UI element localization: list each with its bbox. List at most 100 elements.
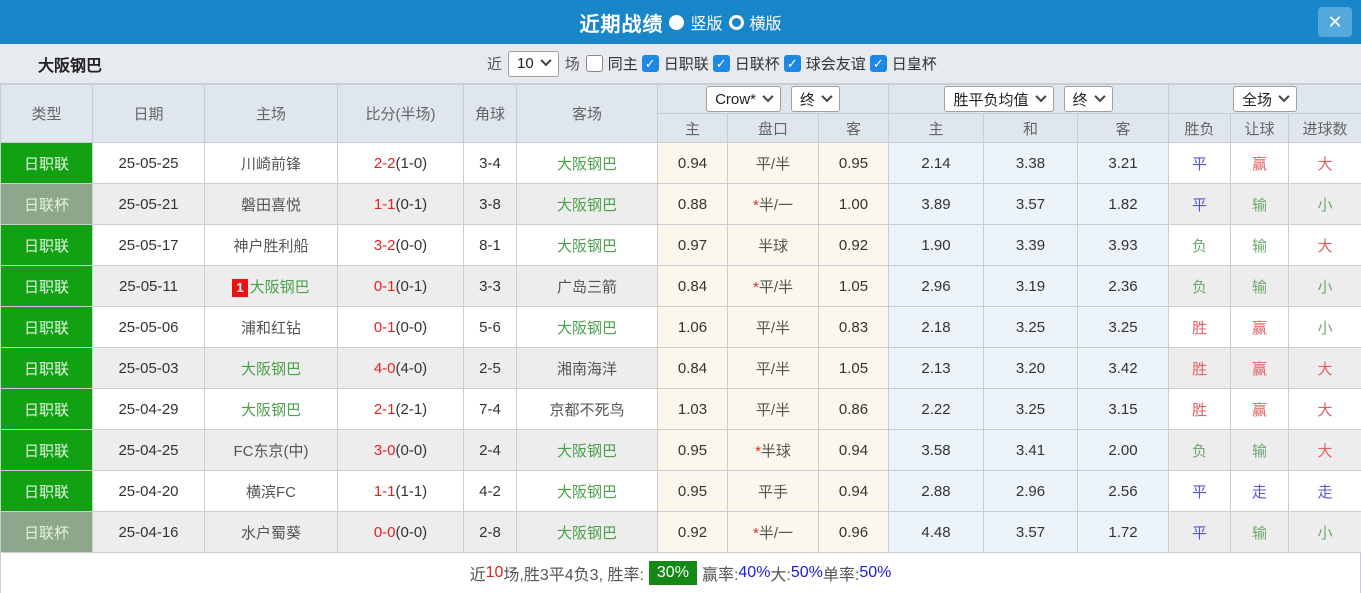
- summary-text: 场,胜3平4负3, 胜率:: [503, 567, 644, 584]
- home-odds-cell: 0.88: [657, 183, 728, 225]
- corners-cell: 2-4: [463, 429, 517, 471]
- col-header-corners: 角球: [463, 84, 517, 143]
- score-cell: 2-2(1-0): [337, 142, 464, 184]
- corners-cell: 3-8: [463, 183, 517, 225]
- checkbox-unchecked[interactable]: [585, 55, 603, 72]
- avg-win-odds-cell: 2.14: [888, 142, 984, 184]
- home-team-cell: 磐田喜悦: [204, 183, 338, 225]
- home-team-cell: 1 大阪钢巴: [204, 265, 338, 307]
- match-type-cell: 日职联: [0, 265, 93, 307]
- scope-group-header: 全场: [1168, 84, 1361, 114]
- handicap-cell: 平/半: [727, 347, 819, 389]
- score-cell: 1-1(1-1): [337, 470, 464, 512]
- result-cell: 胜: [1168, 306, 1231, 348]
- col-header-date: 日期: [92, 84, 205, 143]
- handicap-cell: 平/半: [727, 388, 819, 430]
- subcol-avg-win: 主: [888, 113, 984, 143]
- goals-result-cell: 小: [1288, 306, 1361, 348]
- handicap-cell: 平/半: [727, 142, 819, 184]
- summary-text: 单率:: [822, 567, 860, 584]
- avg-draw-odds-cell: 2.96: [983, 470, 1078, 512]
- away-odds-cell: 0.86: [818, 388, 889, 430]
- result-cell: 胜: [1168, 388, 1231, 430]
- filter-bar: 大阪钢巴 近 10 场 同主 ✓ 日职联 ✓ 日联杯 ✓ 球会友谊 ✓ 日皇杯: [0, 44, 1361, 84]
- avg-win-odds-cell: 2.96: [888, 265, 984, 307]
- handicap-cell: 平手: [727, 470, 819, 512]
- avg-time-select[interactable]: 终: [1063, 86, 1113, 112]
- match-date-cell: 25-04-29: [92, 388, 205, 430]
- summary-text: 40%: [738, 564, 771, 581]
- home-odds-cell: 0.84: [657, 347, 728, 389]
- home-odds-cell: 0.95: [657, 470, 728, 512]
- table-row: 日职联 25-05-06 浦和红钻 0-1(0-0) 5-6 大阪钢巴 1.06 平/半 0.8…: [0, 306, 1361, 348]
- match-scope-select[interactable]: 全场: [1232, 86, 1297, 112]
- summary-text: 赢率:: [701, 567, 739, 584]
- avg-lose-odds-cell: 1.72: [1077, 511, 1169, 553]
- summary-text: 10: [485, 564, 504, 581]
- filter-controls: 近 10 场 同主 ✓ 日职联 ✓ 日联杯 ✓ 球会友谊 ✓ 日皇杯: [487, 50, 939, 77]
- title-group: 近期战绩 竖版 横版: [579, 8, 781, 37]
- win-rate-badge: 30%: [648, 561, 697, 585]
- dialog-titlebar: 近期战绩 竖版 横版 ✕: [0, 0, 1361, 44]
- match-date-cell: 25-04-25: [92, 429, 205, 471]
- layout-option-selected[interactable]: 竖版: [669, 10, 723, 34]
- score-cell: 0-1(0-0): [337, 306, 464, 348]
- layout-option-unselected[interactable]: 横版: [728, 10, 782, 34]
- rank-badge: 1: [232, 278, 248, 297]
- avg-win-odds-cell: 2.22: [888, 388, 984, 430]
- goals-result-cell: 小: [1288, 265, 1361, 307]
- checkbox-checked[interactable]: ✓: [641, 55, 659, 72]
- corners-cell: 2-8: [463, 511, 517, 553]
- odds-company-select[interactable]: Crow*: [706, 86, 781, 112]
- col-header-home: 主场: [204, 84, 338, 143]
- checkbox-checked[interactable]: ✓: [869, 55, 887, 72]
- score-cell: 0-0(0-0): [337, 511, 464, 553]
- handicap-cell: 平/半: [727, 306, 819, 348]
- avg-win-odds-cell: 4.48: [888, 511, 984, 553]
- subcol-avg-lose: 客: [1077, 113, 1169, 143]
- avg-type-select[interactable]: 胜平负均值: [944, 86, 1054, 112]
- result-cell: 平: [1168, 470, 1231, 512]
- recent-results-dialog: 近期战绩 竖版 横版 ✕ 大阪钢巴 近 10 场 同主 ✓ 日职联 ✓ 日联杯 ✓ 球会友谊 ✓…: [0, 0, 1361, 593]
- match-type-cell: 日职联: [0, 470, 93, 512]
- handicap-cell: *半球: [727, 429, 819, 471]
- handicap-result-cell: 输: [1230, 224, 1289, 266]
- away-odds-cell: 0.83: [818, 306, 889, 348]
- table-row: 日职联 25-04-25 FC东京(中) 3-0(0-0) 2-4 大阪钢巴 0.95 *半球…: [0, 429, 1361, 471]
- checkbox-label: 日职联: [663, 56, 709, 73]
- checkbox-checked[interactable]: ✓: [783, 55, 801, 72]
- away-odds-cell: 0.95: [818, 142, 889, 184]
- odds-time-select[interactable]: 终: [790, 86, 840, 112]
- goals-result-cell: 小: [1288, 183, 1361, 225]
- checkbox-label: 同主: [607, 56, 638, 73]
- handicap-result-cell: 赢: [1230, 306, 1289, 348]
- score-cell: 0-1(0-1): [337, 265, 464, 307]
- subcol-avg-draw: 和: [983, 113, 1078, 143]
- score-cell: 2-1(2-1): [337, 388, 464, 430]
- avg-draw-odds-cell: 3.19: [983, 265, 1078, 307]
- away-team-cell: 广岛三箭: [516, 265, 658, 307]
- avg-lose-odds-cell: 3.42: [1077, 347, 1169, 389]
- summary-text: 50%: [790, 564, 823, 581]
- goals-result-cell: 大: [1288, 142, 1361, 184]
- home-odds-cell: 1.06: [657, 306, 728, 348]
- match-date-cell: 25-05-03: [92, 347, 205, 389]
- recent-count-select[interactable]: 10: [508, 50, 559, 77]
- avg-lose-odds-cell: 1.82: [1077, 183, 1169, 225]
- close-button[interactable]: ✕: [1318, 7, 1352, 37]
- checkbox-checked[interactable]: ✓: [712, 55, 730, 72]
- avg-draw-odds-cell: 3.57: [983, 183, 1078, 225]
- table-row: 日职联 25-05-11 1 大阪钢巴 0-1(0-1) 3-3 广岛三箭 0.84 *平/半 1…: [0, 265, 1361, 307]
- avg-lose-odds-cell: 3.93: [1077, 224, 1169, 266]
- match-date-cell: 25-05-25: [92, 142, 205, 184]
- corners-cell: 4-2: [463, 470, 517, 512]
- result-cell: 平: [1168, 142, 1231, 184]
- score-cell: 1-1(0-1): [337, 183, 464, 225]
- match-date-cell: 25-05-11: [92, 265, 205, 307]
- odds-group-header: Crow* 终: [657, 84, 889, 114]
- home-team-cell: 川崎前锋: [204, 142, 338, 184]
- match-type-cell: 日职联: [0, 224, 93, 266]
- result-cell: 负: [1168, 265, 1231, 307]
- team-name: 大阪钢巴: [38, 57, 103, 75]
- handicap-result-cell: 输: [1230, 429, 1289, 471]
